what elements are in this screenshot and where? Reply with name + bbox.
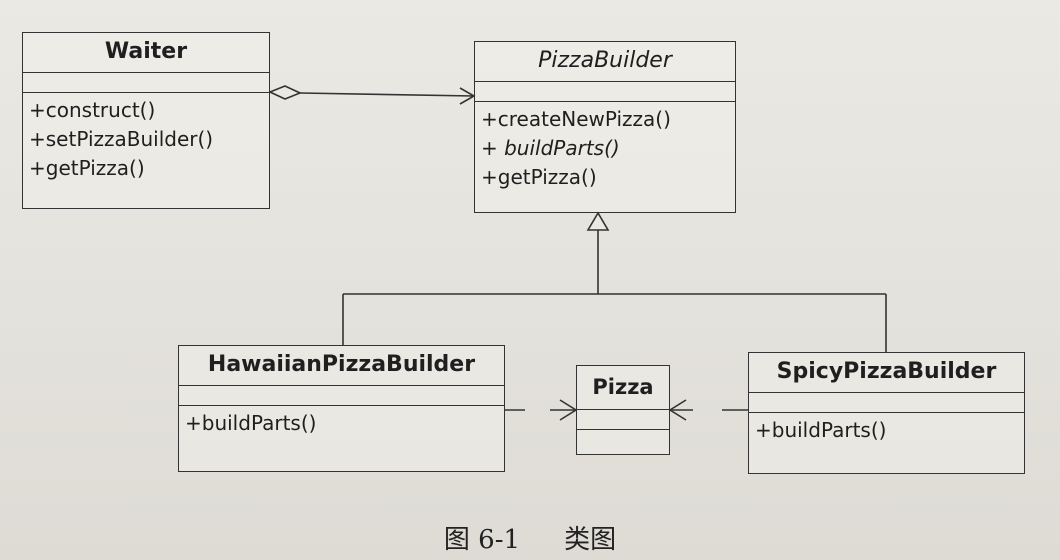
class-pizza: Pizza [576,365,670,455]
figure-title: 类图 [564,525,617,555]
class-spicy-pizza-builder: SpicyPizzaBuilder +buildParts() [748,352,1025,474]
diagram-page: Waiter +construct() +setPizzaBuilder() +… [0,0,1060,560]
class-waiter: Waiter +construct() +setPizzaBuilder() +… [22,32,270,209]
operation-abstract: + buildParts() [481,136,620,160]
class-name: SpicyPizzaBuilder [749,353,1024,393]
operations-compartment: +createNewPizza() + buildParts() +getPiz… [475,102,735,192]
attributes-compartment [179,386,504,406]
operations-compartment: +construct() +setPizzaBuilder() +getPizz… [23,93,269,183]
class-pizza-builder: PizzaBuilder +createNewPizza() + buildPa… [474,41,736,213]
class-name: Waiter [23,33,269,73]
figure-number: 图 6-1 [443,525,521,555]
operation: +getPizza() [29,156,145,180]
class-name: HawaiianPizzaBuilder [179,346,504,386]
operation: +getPizza() [481,165,597,189]
operation: +construct() [29,98,156,122]
attributes-compartment [475,82,735,102]
operation: +createNewPizza() [481,107,671,131]
attributes-compartment [577,410,669,430]
class-hawaiian-pizza-builder: HawaiianPizzaBuilder +buildParts() [178,345,505,472]
figure-caption: 图 6-1 类图 [0,519,1060,556]
attributes-compartment [23,73,269,93]
operation: +buildParts() [755,418,887,442]
class-name: PizzaBuilder [475,42,735,82]
operation: +setPizzaBuilder() [29,127,214,151]
aggregation-line [299,92,475,97]
operations-compartment: +buildParts() [749,413,1024,445]
operation: +buildParts() [185,411,317,435]
attributes-compartment [749,393,1024,413]
operations-compartment: +buildParts() [179,406,504,438]
aggregation-diamond-icon [267,85,303,100]
generalization-triangle-icon [586,211,610,231]
class-name: Pizza [577,366,669,410]
